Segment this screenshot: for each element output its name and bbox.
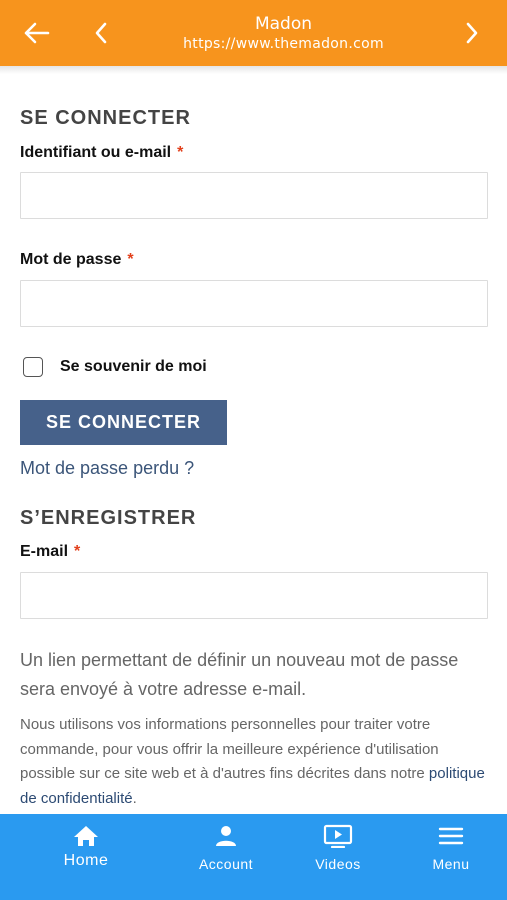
- required-marker: *: [177, 144, 184, 161]
- password-label: Mot de passe *: [20, 251, 134, 269]
- nav-menu[interactable]: Menu: [418, 814, 484, 900]
- nav-account[interactable]: Account: [186, 814, 266, 900]
- password-link-info: Un lien permettant de définir un nouveau…: [20, 650, 459, 699]
- nav-videos-label: Videos: [315, 856, 361, 872]
- next-page-button[interactable]: [447, 0, 497, 66]
- remember-me-label[interactable]: Se souvenir de moi: [60, 358, 207, 376]
- email-label-text: E-mail: [20, 543, 69, 560]
- privacy-notice-text: Nous utilisons vos informations personne…: [20, 716, 439, 782]
- remember-me-checkbox[interactable]: [23, 357, 43, 377]
- privacy-notice: Nous utilisons vos informations personne…: [20, 713, 490, 811]
- required-marker: *: [127, 251, 134, 268]
- menu-icon: [438, 824, 464, 848]
- password-input[interactable]: [20, 280, 488, 327]
- password-label-text: Mot de passe: [20, 251, 122, 268]
- site-title: Madon: [254, 14, 313, 34]
- videos-icon: [323, 824, 353, 848]
- browser-titles: Madon https://www.themadon.com: [120, 14, 447, 54]
- lost-password-link[interactable]: Mot de passe perdu ?: [20, 458, 194, 479]
- nav-home[interactable]: Home: [50, 814, 122, 900]
- home-icon: [73, 824, 99, 848]
- account-icon: [215, 824, 237, 848]
- back-arrow-button[interactable]: [12, 0, 62, 66]
- arrow-left-icon: [24, 22, 50, 44]
- top-bar-shadow: [0, 66, 507, 74]
- email-input[interactable]: [20, 572, 488, 619]
- login-heading: SE CONNECTER: [20, 107, 191, 129]
- nav-home-label: Home: [63, 852, 109, 869]
- register-heading: S’ENREGISTRER: [20, 507, 197, 529]
- chevron-left-icon: [95, 22, 107, 44]
- email-label: E-mail *: [20, 543, 80, 561]
- previous-page-button[interactable]: [76, 0, 126, 66]
- login-button[interactable]: SE CONNECTER: [20, 400, 227, 445]
- nav-account-label: Account: [198, 856, 254, 872]
- username-input[interactable]: [20, 172, 488, 219]
- username-label: Identifiant ou e-mail *: [20, 144, 183, 162]
- chevron-right-icon: [466, 22, 478, 44]
- nav-videos[interactable]: Videos: [303, 814, 373, 900]
- nav-menu-label: Menu: [432, 856, 470, 872]
- username-label-text: Identifiant ou e-mail: [20, 144, 172, 161]
- browser-top-bar: Madon https://www.themadon.com: [0, 0, 507, 66]
- site-url: https://www.themadon.com: [183, 36, 384, 52]
- privacy-notice-end: .: [132, 789, 137, 807]
- required-marker: *: [74, 543, 81, 560]
- bottom-navigation: Home Account Videos Menu: [0, 814, 507, 900]
